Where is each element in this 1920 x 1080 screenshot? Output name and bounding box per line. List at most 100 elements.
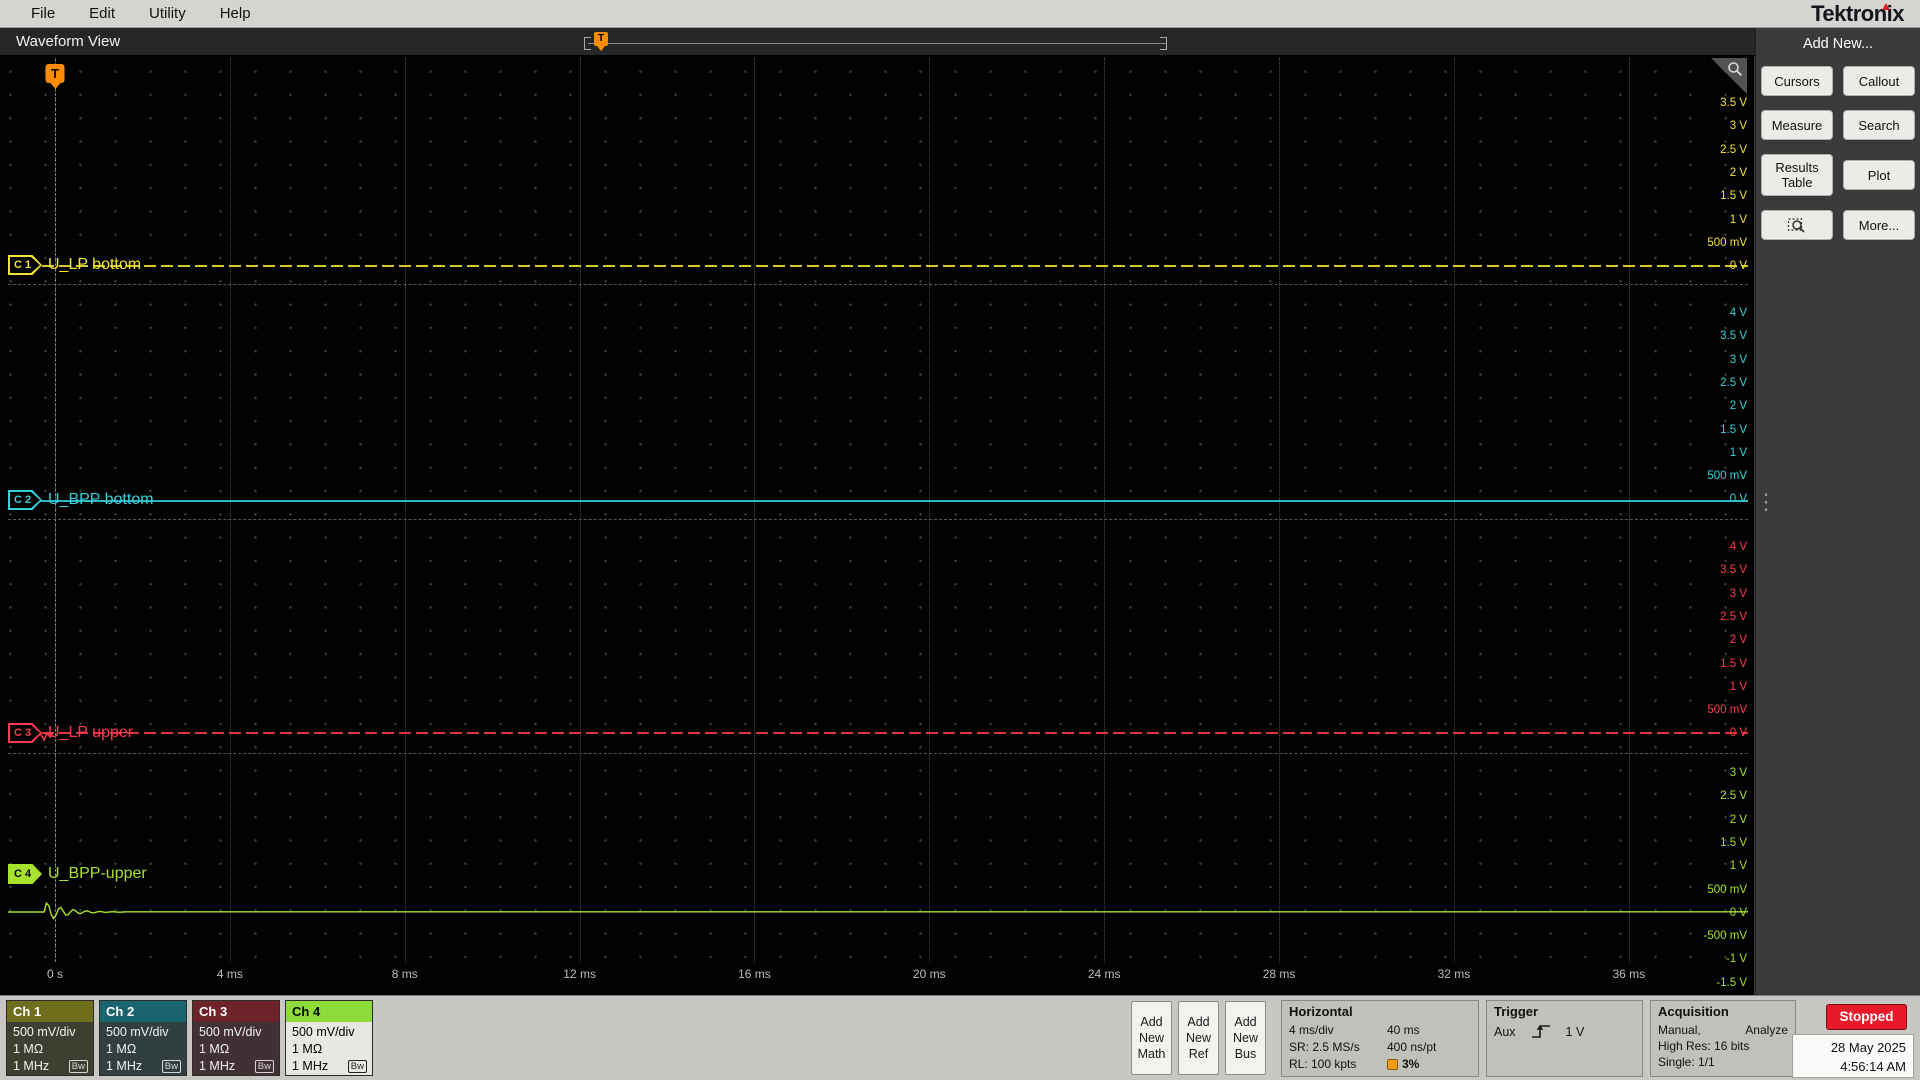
channel-badge-label: C 4 [10, 866, 40, 882]
acquisition-analyze: Analyze [1745, 1023, 1788, 1037]
grid-line [579, 58, 581, 962]
run-stop-button[interactable]: Stopped [1826, 1004, 1907, 1030]
impedance-value: 1 MΩ [199, 1042, 230, 1056]
scale-label-ch1: 3 V [1729, 120, 1747, 133]
scale-label-ch4: 3 V [1729, 767, 1747, 779]
scale-label-ch1: 2.5 V [1720, 143, 1747, 156]
menu-help[interactable]: Help [203, 5, 268, 22]
scale-label-ch3: 2 V [1729, 634, 1747, 647]
channel-tile-ch4[interactable]: Ch 4 500 mV/div 1 MΩ 1 MHz Bw [285, 1000, 373, 1076]
zoom-overlay-button[interactable] [1707, 58, 1747, 96]
acquisition-panel[interactable]: Acquisition Manual, Analyze High Res: 16… [1650, 1000, 1796, 1077]
scale-label-ch3: 500 mV [1707, 704, 1747, 717]
scale-label-ch1: 2 V [1729, 166, 1747, 179]
bw-limit-icon: Bw [347, 1060, 367, 1073]
bandwidth-row: 1 MHz Bw [106, 1058, 181, 1075]
trigger-position-flag[interactable]: T [594, 32, 608, 51]
grid-line [1453, 58, 1455, 962]
menu-bar: File Edit Utility Help Tektronix [0, 0, 1920, 28]
scale-label-ch3: 3.5 V [1720, 564, 1747, 577]
add-new-bus-tile[interactable]: Add New Bus [1225, 1001, 1266, 1075]
tektronix-logo: Tektronix [1811, 1, 1904, 26]
time-axis-label: 0 s [46, 967, 64, 981]
time-axis-label: 16 ms [738, 967, 771, 981]
channel-tile-ch2[interactable]: Ch 2 500 mV/div 1 MΩ 1 MHz Bw [99, 1000, 187, 1076]
scale-label-ch3: 1 V [1729, 680, 1747, 693]
add-new-button-grid: Cursors Callout Measure Search Results Table… [1756, 66, 1920, 240]
horizontal-sample-rate: SR: 2.5 MS/s [1289, 1040, 1360, 1054]
impedance-value: 1 MΩ [292, 1042, 323, 1056]
grid-line [1104, 58, 1106, 962]
scale-label-ch2: 0 V [1729, 493, 1747, 506]
scale-label-ch2: 4 V [1729, 307, 1747, 319]
add-new-ref-tile[interactable]: Add New Ref [1178, 1001, 1219, 1075]
slice-separator [8, 753, 1748, 754]
menu-utility[interactable]: Utility [132, 5, 203, 22]
waveform-view-header: Waveform View T [0, 28, 1755, 56]
add-new-plot-button[interactable]: Plot [1843, 160, 1915, 190]
splitter-handle[interactable]: ⋮ [1755, 491, 1777, 513]
waveform-plot: T 0 s 4 ms 8 ms 12 ms 16 ms 20 ms 24 ms 28 ms 32… [0, 56, 1755, 995]
bandwidth-value: 1 MHz [106, 1059, 143, 1073]
graticule [8, 56, 1748, 962]
horizontal-record-length: RL: 100 kpts [1289, 1057, 1357, 1071]
bw-limit-icon: Bw [68, 1060, 88, 1073]
add-new-results-table-button[interactable]: Results Table [1761, 154, 1833, 196]
logo-accent-icon [1882, 3, 1890, 10]
acquisition-timeline-track[interactable] [588, 43, 1166, 44]
trigger-marker[interactable]: T [45, 64, 65, 89]
horizontal-resolution: 400 ns/pt [1387, 1040, 1437, 1054]
channel-name-label-ch3: U_LP upper [48, 724, 134, 741]
add-new-measure-button[interactable]: Measure [1761, 110, 1833, 140]
scale-label-ch2: 1.5 V [1720, 423, 1747, 436]
percent-icon [1387, 1059, 1398, 1070]
scale-label-ch4: 1.5 V [1720, 836, 1747, 849]
channel-name-label-ch1: U_LP bottom [48, 256, 142, 273]
channel-tile-ch3[interactable]: Ch 3 500 mV/div 1 MΩ 1 MHz Bw [192, 1000, 280, 1076]
bandwidth-value: 1 MHz [199, 1059, 236, 1073]
impedance-value: 1 MΩ [13, 1042, 44, 1056]
time-axis-label: 20 ms [913, 967, 946, 981]
channel-tiles: Ch 1 500 mV/div 1 MΩ 1 MHz Bw Ch 2 500 mV/div 1… [6, 1000, 373, 1076]
waveform-view-title: Waveform View [16, 33, 121, 50]
menu-file[interactable]: File [14, 5, 72, 22]
add-new-search-button[interactable]: Search [1843, 110, 1915, 140]
trigger-source: Aux [1494, 1024, 1516, 1039]
vertical-scale-value: 500 mV/div [13, 1025, 76, 1039]
zoom-icon [1787, 218, 1805, 233]
bandwidth-row: 1 MHz Bw [13, 1058, 88, 1075]
grid-line [55, 58, 56, 962]
zoom-tool-button[interactable] [1761, 210, 1833, 240]
scale-label-ch3: 2.5 V [1720, 610, 1747, 623]
channel-tile-ch1[interactable]: Ch 1 500 mV/div 1 MΩ 1 MHz Bw [6, 1000, 94, 1076]
scale-label-ch4: 0 V [1729, 906, 1747, 919]
scale-label-ch4: -1.5 V [1716, 976, 1747, 989]
menu-edit[interactable]: Edit [72, 5, 132, 22]
grid-line [229, 58, 231, 962]
horizontal-panel[interactable]: Horizontal 4 ms/div 40 ms SR: 2.5 MS/s 4… [1281, 1000, 1479, 1077]
bandwidth-value: 1 MHz [13, 1059, 50, 1073]
scale-label-ch4: -1 V [1725, 953, 1747, 966]
vertical-scale-value: 500 mV/div [292, 1025, 355, 1039]
horizontal-percent: 3% [1387, 1056, 1471, 1073]
scale-label-ch4: 1 V [1729, 860, 1747, 873]
right-sidebar: Add New... Cursors Callout Measure Search Re… [1755, 28, 1920, 995]
vertical-scale-value: 500 mV/div [199, 1025, 262, 1039]
add-new-more-button[interactable]: More... [1843, 210, 1915, 240]
scale-label-ch1: 1.5 V [1720, 190, 1747, 203]
scale-label-ch2: 3 V [1729, 353, 1747, 366]
bandwidth-row: 1 MHz Bw [199, 1058, 274, 1075]
trigger-panel[interactable]: Trigger Aux 1 V [1486, 1000, 1643, 1077]
scale-label-ch4: 2.5 V [1720, 790, 1747, 803]
channel-tile-title: Ch 3 [193, 1001, 279, 1022]
add-new-cursors-button[interactable]: Cursors [1761, 66, 1833, 96]
add-new-callout-button[interactable]: Callout [1843, 66, 1915, 96]
scale-label-ch3: 3 V [1729, 587, 1747, 600]
trigger-title: Trigger [1494, 1004, 1539, 1019]
bandwidth-row: 1 MHz Bw [292, 1058, 367, 1075]
add-new-math-tile[interactable]: Add New Math [1131, 1001, 1172, 1075]
bw-limit-icon: Bw [161, 1060, 181, 1073]
channel-name-label-ch2: U_BPP bottom [48, 491, 154, 508]
percent-value: 3% [1402, 1057, 1420, 1071]
acquisition-resolution: High Res: 16 bits [1658, 1039, 1750, 1053]
